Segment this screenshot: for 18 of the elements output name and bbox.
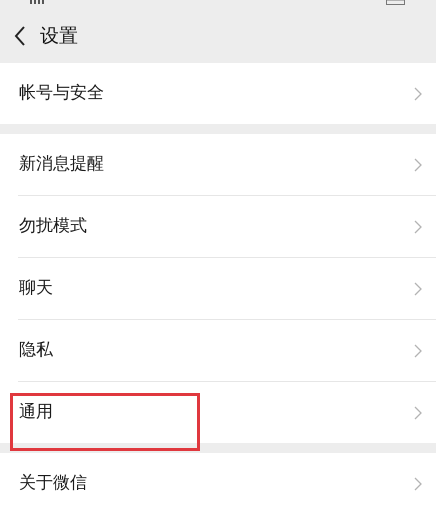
signal-icon: [30, 0, 44, 4]
chevron-right-icon: [414, 158, 422, 172]
chevron-right-icon: [414, 282, 422, 296]
settings-item[interactable]: 帐号与安全: [0, 63, 436, 124]
settings-item[interactable]: 勿扰模式: [0, 196, 436, 257]
chevron-right-icon: [414, 406, 422, 420]
settings-item[interactable]: 关于微信: [0, 453, 436, 514]
chevron-right-icon: [414, 476, 422, 490]
battery-icon: [386, 0, 406, 5]
settings-item[interactable]: 新消息提醒: [0, 134, 436, 195]
settings-item[interactable]: 聊天: [0, 258, 436, 319]
chevron-right-icon: [414, 220, 422, 234]
page-title: 设置: [40, 24, 78, 49]
chevron-right-icon: [414, 344, 422, 358]
chevron-right-icon: [414, 86, 422, 100]
back-icon[interactable]: [14, 26, 26, 46]
settings-item[interactable]: 隐私: [0, 320, 436, 381]
settings-item[interactable]: 通用: [0, 382, 436, 443]
